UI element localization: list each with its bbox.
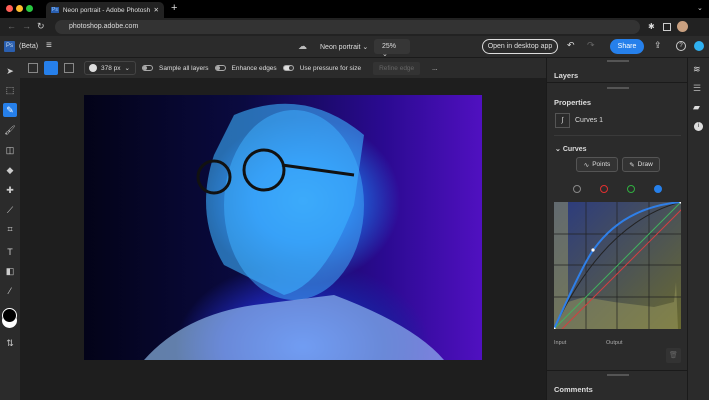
fill-tool-icon[interactable]: ◆ — [3, 163, 17, 177]
photoshop-logo: Ps — [4, 41, 15, 52]
back-icon[interactable]: ← — [7, 21, 16, 31]
browser-tab-bar: Ps Neon portrait - Adobe Photoshop ✕ + ⌄ — [0, 0, 709, 18]
export-icon[interactable]: ⇪ — [654, 40, 662, 51]
reload-icon[interactable]: ↻ — [37, 21, 45, 32]
input-label: Input — [554, 340, 567, 346]
sidepanel-icon[interactable] — [663, 23, 671, 31]
app-header: Ps (Beta) ≡ ☁ Neon portrait ⌄ 25% ⌄ Open… — [0, 36, 709, 58]
healing-tool-icon[interactable]: ✚ — [3, 183, 17, 197]
comments-panel-icon[interactable]: ▰ — [693, 102, 700, 113]
undo-icon[interactable]: ↶ — [567, 40, 575, 51]
panel-drag-handle[interactable] — [607, 60, 629, 62]
more-options-button[interactable]: ... — [432, 65, 437, 72]
draw-button[interactable]: ✎ Draw — [622, 157, 660, 172]
panel-drag-handle[interactable] — [607, 87, 629, 89]
properties-heading: Properties — [554, 98, 592, 107]
eyedropper-tool-icon[interactable]: ⁄ — [3, 284, 17, 298]
info-panel-icon[interactable]: i — [694, 122, 703, 131]
use-pressure-toggle[interactable] — [282, 65, 294, 71]
swap-colors-icon[interactable]: ⇅ — [3, 336, 17, 350]
pencil-icon: ✎ — [629, 161, 635, 169]
refine-edge-button[interactable]: Refine edge — [373, 61, 421, 75]
enhance-edges-toggle[interactable] — [214, 65, 226, 71]
type-tool-icon[interactable]: T — [3, 245, 17, 259]
cloud-icon: ☁ — [298, 41, 307, 51]
close-tab-icon[interactable]: ✕ — [154, 6, 159, 14]
extensions-icon[interactable]: ✱ — [648, 22, 655, 31]
redo-icon[interactable]: ↷ — [587, 40, 595, 51]
zoom-dropdown[interactable]: 25% ⌄ — [374, 39, 410, 58]
close-window-button[interactable] — [6, 5, 13, 12]
tools-panel: ➤ ⬚ ✎ 🖌 ◫ ◆ ✚ ⟋ ⌗ T ◧ ⁄ ⇅ — [0, 58, 20, 400]
open-desktop-button[interactable]: Open in desktop app — [482, 39, 558, 54]
curves-section-toggle[interactable]: ⌄ Curves — [555, 145, 587, 153]
document-canvas[interactable] — [84, 95, 482, 360]
new-tab-button[interactable]: + — [171, 2, 177, 14]
eraser-tool-icon[interactable]: ◫ — [3, 143, 17, 157]
minimize-window-button[interactable] — [16, 5, 23, 12]
clone-tool-icon[interactable]: ⟋ — [3, 203, 17, 217]
panel-rail: ≋ ☰ ▰ i — [687, 58, 709, 400]
profile-avatar[interactable] — [677, 21, 688, 32]
menu-icon[interactable]: ≡ — [46, 40, 52, 51]
crop-tool-icon[interactable]: ⌗ — [3, 222, 17, 236]
layers-heading[interactable]: Layers — [554, 71, 578, 80]
new-selection-icon[interactable] — [28, 63, 38, 73]
tab-list-chevron-icon[interactable]: ⌄ — [697, 4, 703, 12]
forward-icon[interactable]: → — [22, 21, 31, 31]
tool-options-bar: 378 px ⌄ Sample all layers Enhance edges … — [20, 58, 546, 78]
curves-layer-icon: ∫ — [555, 113, 570, 128]
document-name-dropdown[interactable]: Neon portrait ⌄ — [320, 43, 368, 51]
move-tool-icon[interactable]: ➤ — [3, 64, 17, 78]
channel-rgb[interactable] — [573, 185, 581, 193]
brush-icon — [89, 64, 97, 72]
curves-graph[interactable] — [554, 202, 681, 329]
add-selection-icon[interactable] — [44, 61, 58, 75]
points-button[interactable]: ∿ Points — [576, 157, 618, 172]
subtract-selection-icon[interactable] — [64, 63, 74, 73]
output-label: Output — [606, 340, 623, 346]
brush-size-dropdown[interactable]: 378 px ⌄ — [84, 61, 136, 75]
portrait-image — [144, 103, 444, 360]
layer-name: Curves 1 — [575, 117, 604, 124]
channel-green[interactable] — [627, 185, 635, 193]
quick-select-tool-icon[interactable]: ✎ — [3, 103, 17, 117]
panel-drag-handle[interactable] — [607, 374, 629, 376]
url-input[interactable]: photoshop.adobe.com — [55, 20, 640, 34]
share-button[interactable]: Share — [610, 39, 644, 54]
right-panel: Layers Properties ∫ Curves 1 ⌄ Curves ∿ P… — [546, 58, 688, 400]
account-avatar[interactable] — [694, 41, 704, 51]
brush-tool-icon[interactable]: 🖌 — [3, 123, 17, 137]
shape-tool-icon[interactable]: ◧ — [3, 264, 17, 278]
comments-heading[interactable]: Comments — [554, 385, 593, 394]
channel-blue[interactable] — [654, 185, 662, 193]
sample-all-layers-toggle[interactable] — [142, 65, 153, 71]
curve-point — [591, 248, 595, 252]
adjustments-panel-icon[interactable]: ☰ — [693, 83, 701, 94]
browser-tab[interactable]: Ps Neon portrait - Adobe Photoshop ✕ — [46, 2, 164, 18]
transform-tool-icon[interactable]: ⬚ — [3, 83, 17, 97]
help-icon[interactable]: ? — [676, 41, 686, 51]
delete-icon[interactable]: 🗑 — [666, 348, 681, 363]
maximize-window-button[interactable] — [26, 5, 33, 12]
layers-panel-icon[interactable]: ≋ — [693, 64, 701, 75]
color-swatches[interactable] — [2, 308, 17, 323]
channel-red[interactable] — [600, 185, 608, 193]
points-icon: ∿ — [583, 161, 590, 169]
ps-favicon-icon: Ps — [51, 7, 59, 13]
